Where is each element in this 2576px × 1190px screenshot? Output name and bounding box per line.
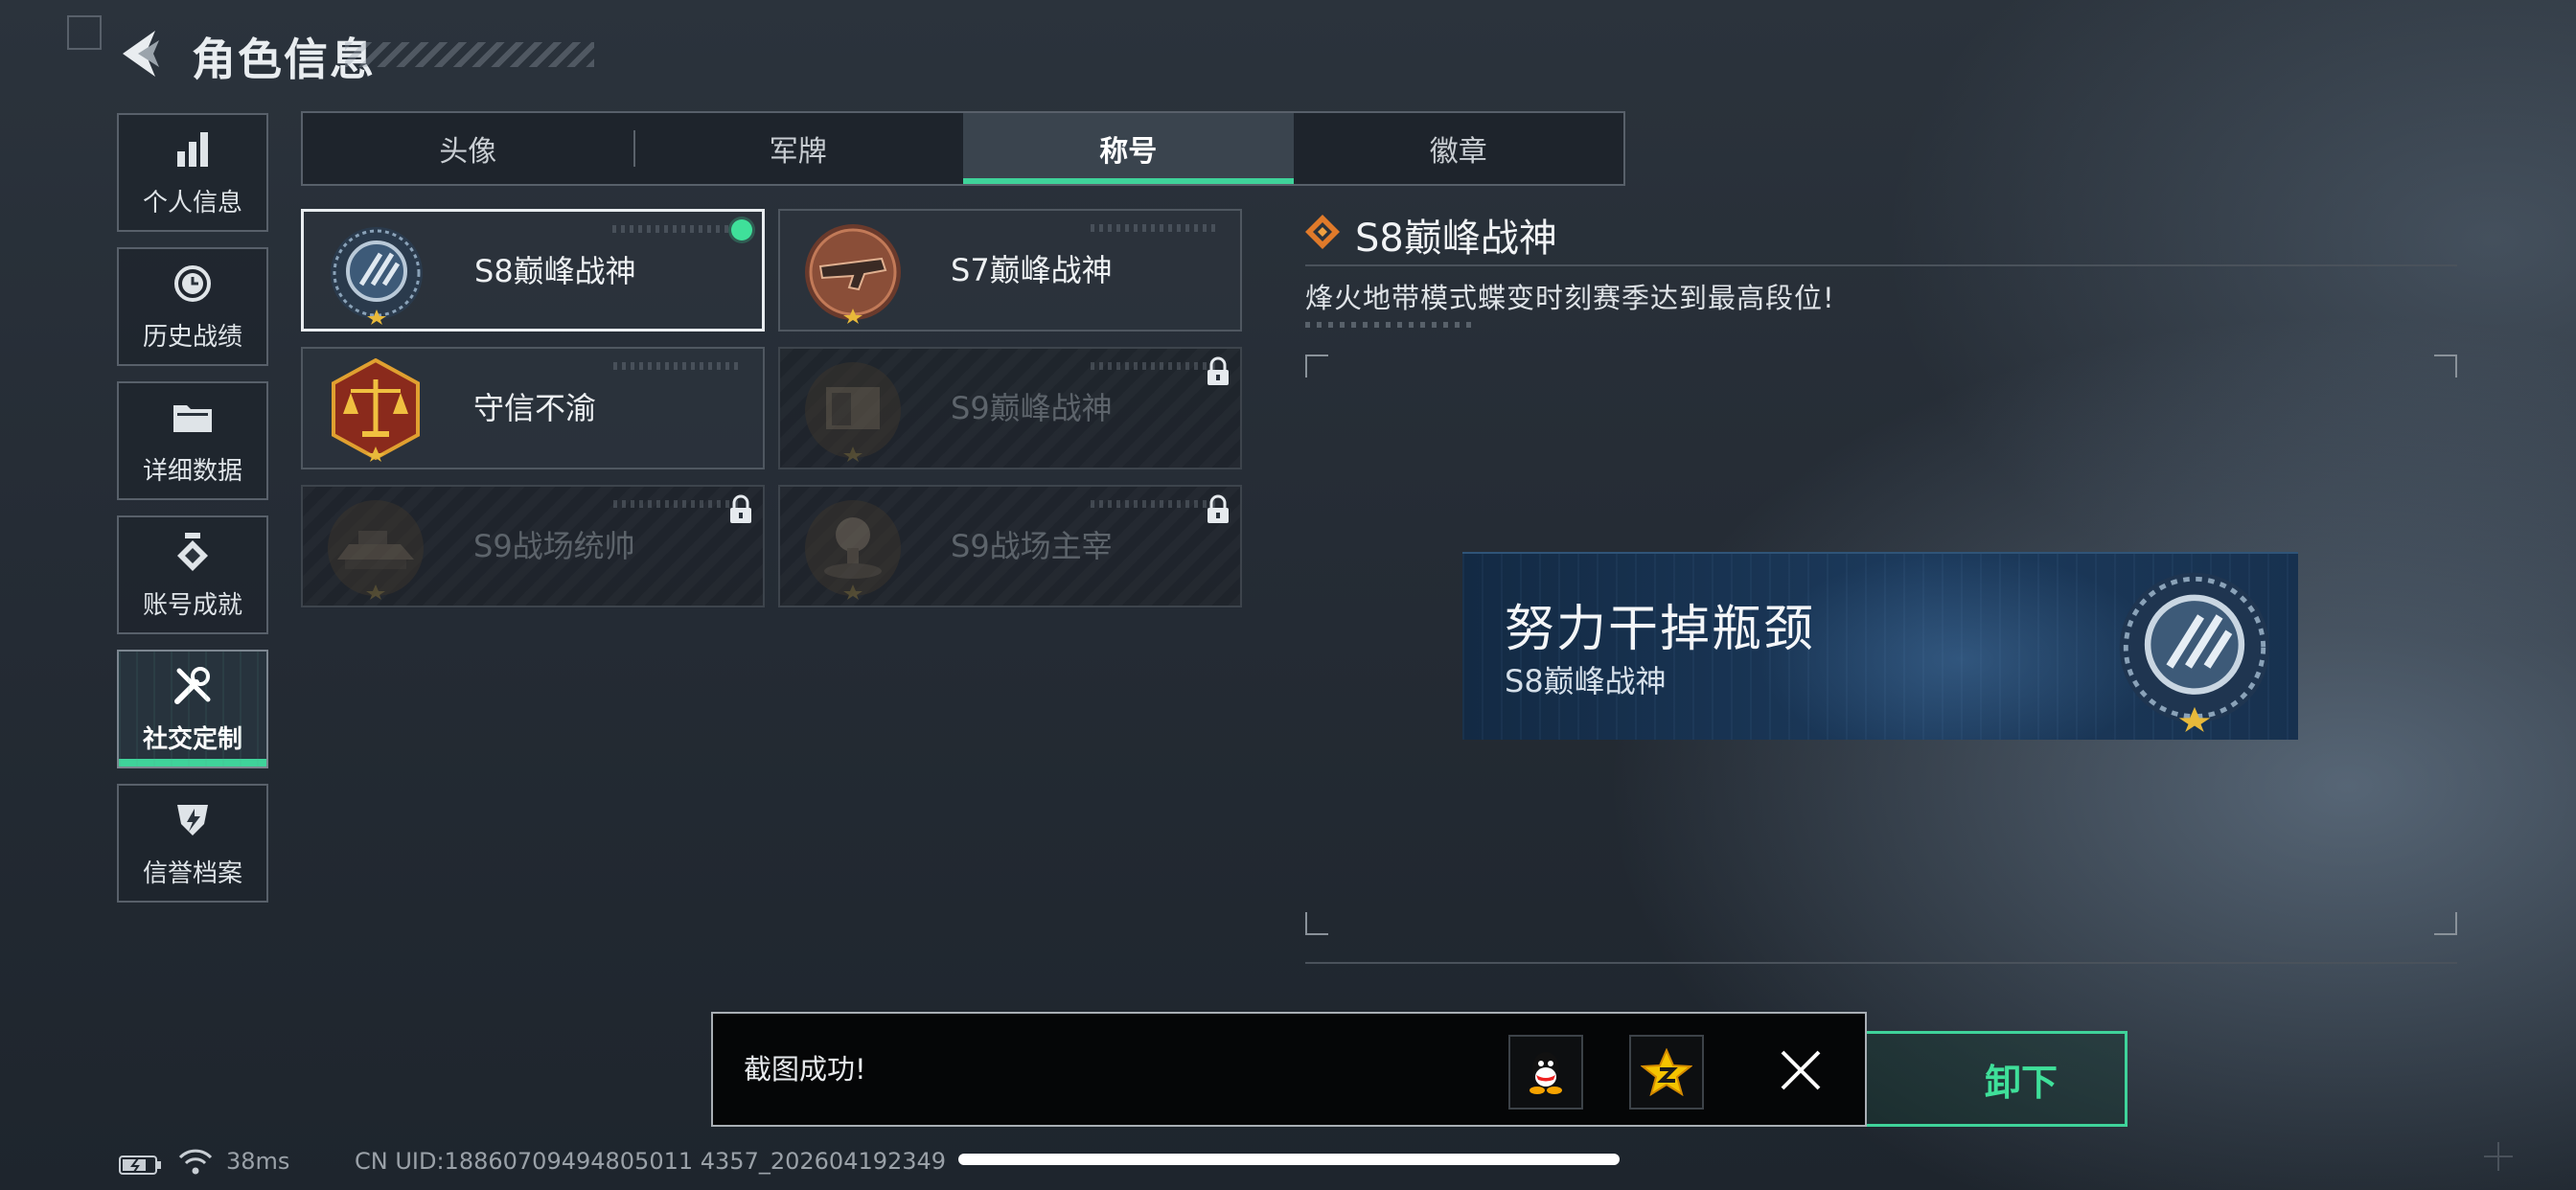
qq-icon — [1530, 1052, 1562, 1094]
achievement-icon — [171, 530, 215, 574]
name-plate-preview: 努力干掉瓶颈 S8巅峰战神 — [1462, 552, 2298, 740]
emblem-s9-peak-icon — [801, 358, 905, 462]
sidebar-item-label: 个人信息 — [142, 188, 242, 217]
credit-shield-icon — [171, 798, 215, 842]
battery-icon — [119, 1154, 163, 1177]
window-corner-marker — [67, 15, 102, 50]
divider — [1305, 264, 2457, 266]
screenshot-toast: 截图成功! — [711, 1012, 1867, 1127]
sidebar-item-social-custom[interactable]: 社交定制 — [117, 650, 268, 768]
sidebar-item-detailed-data[interactable]: 详细数据 — [117, 381, 268, 500]
emblem-s9-commander-icon — [324, 496, 427, 600]
tools-icon — [171, 664, 215, 708]
sidebar-item-label: 历史战绩 — [142, 322, 242, 352]
close-icon[interactable] — [1775, 1044, 1827, 1096]
sidebar-item-label: 账号成就 — [142, 590, 242, 620]
sidebar-item-achievements[interactable]: 账号成就 — [117, 515, 268, 634]
qzone-share-button[interactable] — [1629, 1035, 1704, 1110]
plate-title: S8巅峰战神 — [1505, 663, 1667, 699]
title-name: S9巅峰战神 — [951, 390, 1113, 426]
network-ping: 38ms — [226, 1148, 290, 1175]
emblem-s8-peak-icon — [325, 221, 428, 325]
unequip-button[interactable]: 卸下 — [1821, 1031, 2128, 1127]
lock-icon — [1204, 356, 1232, 387]
title-card[interactable]: S7巅峰战神 — [778, 209, 1242, 332]
lock-icon — [1204, 494, 1232, 525]
title-name: S9战场统帅 — [473, 528, 635, 564]
wifi-icon — [178, 1146, 213, 1177]
sidebar-item-label: 社交定制 — [142, 724, 242, 754]
bar-chart-icon — [171, 127, 215, 172]
emblem-s8-peak-icon — [2110, 563, 2279, 732]
emblem-justice-scale-icon — [324, 357, 427, 462]
corner-crosshair-icon — [2482, 1140, 2515, 1173]
sidebar-item-history[interactable]: 历史战绩 — [117, 247, 268, 366]
title-card[interactable]: 守信不渝 — [301, 347, 765, 469]
divider — [1305, 962, 2457, 964]
lock-icon — [726, 494, 755, 525]
emblem-s7-peak-icon — [801, 220, 905, 324]
back-arrow-icon[interactable] — [117, 25, 163, 82]
title-name: S7巅峰战神 — [951, 252, 1113, 288]
qzone-icon — [1641, 1048, 1692, 1096]
tab-badge[interactable]: 徽章 — [1294, 113, 1624, 184]
title-name: 守信不渝 — [473, 390, 597, 426]
decoration-dashes — [1305, 322, 1478, 328]
title-diamond-icon — [1303, 213, 1342, 251]
title-card[interactable]: S9巅峰战神 — [778, 347, 1242, 469]
title-card[interactable]: S9战场主宰 — [778, 485, 1242, 607]
tab-dog-tag[interactable]: 军牌 — [632, 113, 964, 184]
tab-title[interactable]: 称号 — [963, 113, 1294, 184]
sidebar-item-personal-info[interactable]: 个人信息 — [117, 113, 268, 232]
folder-icon — [171, 396, 215, 440]
player-uid: CN UID:18860709494805011 4357_2026041923… — [355, 1148, 947, 1175]
sidebar-item-label: 信誉档案 — [142, 858, 242, 888]
history-clock-icon — [171, 262, 215, 306]
qq-share-button[interactable] — [1508, 1035, 1583, 1110]
title-card[interactable]: S9战场统帅 — [301, 485, 765, 607]
category-tabs: 头像 军牌 称号 徽章 — [301, 111, 1625, 186]
tab-avatar[interactable]: 头像 — [303, 113, 633, 184]
title-name: S9战场主宰 — [951, 528, 1113, 564]
selected-indicator — [731, 219, 752, 240]
sidebar-item-credit-record[interactable]: 信誉档案 — [117, 784, 268, 903]
sidebar-item-label: 详细数据 — [142, 456, 242, 486]
title-name: S8巅峰战神 — [474, 253, 636, 289]
toast-message: 截图成功! — [744, 1053, 866, 1086]
player-name: 努力干掉瓶颈 — [1505, 601, 1816, 658]
detail-description: 烽火地带模式蝶变时刻赛季达到最高段位! — [1305, 282, 1835, 314]
title-decoration — [345, 42, 594, 67]
emblem-s9-dominator-icon — [801, 496, 905, 600]
detail-title: S8巅峰战神 — [1355, 217, 1557, 261]
home-indicator[interactable] — [958, 1154, 1620, 1165]
title-card[interactable]: S8巅峰战神 — [301, 209, 765, 332]
